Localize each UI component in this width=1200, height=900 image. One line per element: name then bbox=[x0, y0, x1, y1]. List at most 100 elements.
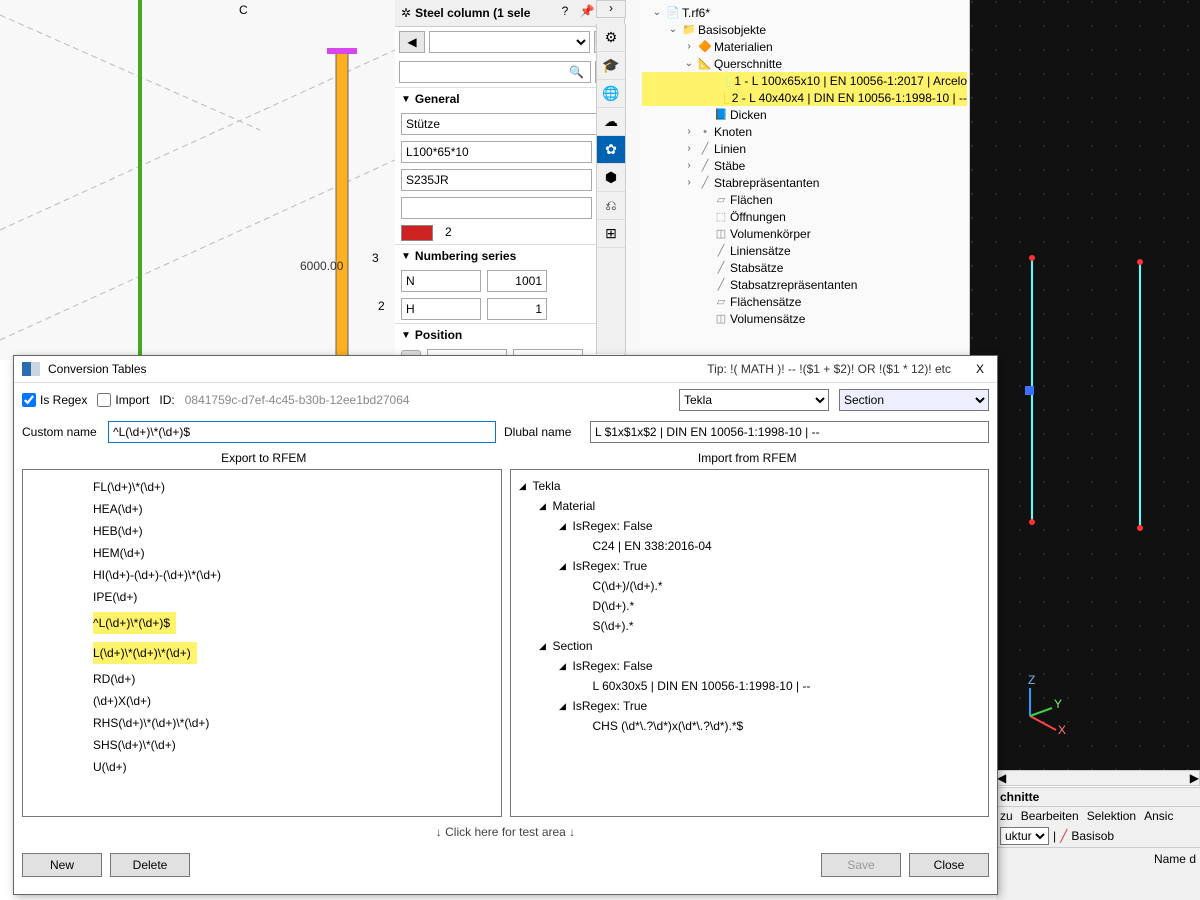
history-select[interactable] bbox=[429, 31, 590, 53]
tree-item[interactable]: CHS (\d*\.?\d*)x(\d*\.?\d*).*$ bbox=[511, 716, 989, 736]
section-position[interactable]: Position bbox=[395, 323, 624, 346]
nav-item[interactable]: ╱Liniensätze bbox=[642, 242, 967, 259]
br-crumb[interactable]: Basisob bbox=[1071, 829, 1114, 843]
extra-input[interactable] bbox=[401, 197, 592, 219]
isregex-checkbox[interactable]: Is Regex bbox=[22, 393, 87, 407]
hscroll[interactable]: ◀▶ bbox=[996, 770, 1200, 786]
import-header: Import from RFEM bbox=[506, 451, 990, 465]
dialog-close[interactable]: X bbox=[971, 362, 989, 376]
nav-item[interactable]: ⬚Öffnungen bbox=[642, 208, 967, 225]
navigator-tree[interactable]: ⌄📄T.rf6* ⌄📁Basisobjekte›🔶Materialien⌄📐Qu… bbox=[640, 0, 970, 360]
list-item[interactable]: ^L(\d+)\*(\d+)$ bbox=[23, 608, 501, 638]
list-item[interactable]: FL(\d+)\*(\d+) bbox=[23, 476, 501, 498]
tool-cube[interactable]: ⬢ bbox=[597, 164, 625, 192]
profile-input[interactable] bbox=[401, 141, 592, 163]
nav-item[interactable]: ◫Volumensätze bbox=[642, 310, 967, 327]
nav-item[interactable]: ╱Stabsatzrepräsentanten bbox=[642, 276, 967, 293]
list-item[interactable]: U(\d+) bbox=[23, 756, 501, 778]
nav-item[interactable]: ╱Stabsätze bbox=[642, 259, 967, 276]
br-col-head: Name d bbox=[996, 847, 1200, 870]
dialog-tip: Tip: !( MATH )! -- !($1 + $2)! OR !($1 *… bbox=[707, 362, 951, 376]
pin-icon[interactable]: 📌 bbox=[578, 4, 596, 22]
nav-item[interactable]: 📘Dicken bbox=[642, 106, 967, 123]
save-button[interactable]: Save bbox=[821, 853, 901, 877]
close-button[interactable]: Close bbox=[909, 853, 989, 877]
tree-item[interactable]: C24 | EN 338:2016-04 bbox=[511, 536, 989, 556]
color-swatch[interactable] bbox=[401, 225, 433, 241]
tree-item[interactable]: C(\d+)/(\d+).* bbox=[511, 576, 989, 596]
tree-item[interactable]: S(\d+).* bbox=[511, 616, 989, 636]
tool-branch[interactable]: ⎌ bbox=[597, 192, 625, 220]
search-input[interactable] bbox=[400, 62, 563, 82]
tool-cloud[interactable]: ☁ bbox=[597, 108, 625, 136]
list-item[interactable]: SHS(\d+)\*(\d+) bbox=[23, 734, 501, 756]
tool-grid[interactable]: ⊞ bbox=[597, 220, 625, 248]
viewport-3d[interactable]: Z X Y bbox=[970, 0, 1200, 785]
nav-item[interactable]: ⎿1 - L 100x65x10 | EN 10056-1:2017 | Arc… bbox=[642, 72, 967, 89]
nav-item[interactable]: ›🔶Materialien bbox=[642, 38, 967, 55]
tool-grad[interactable]: 🎓 bbox=[597, 52, 625, 80]
test-area-hint[interactable]: ↓ Click here for test area ↓ bbox=[14, 817, 997, 847]
list-item[interactable]: HEA(\d+) bbox=[23, 498, 501, 520]
tree-item[interactable]: ◢IsRegex: True bbox=[511, 696, 989, 716]
nav-item[interactable]: ›╱Linien bbox=[642, 140, 967, 157]
import-checkbox[interactable]: Import bbox=[97, 393, 149, 407]
menu-view[interactable]: Ansic bbox=[1144, 809, 1173, 823]
num-lbl-1[interactable]: H bbox=[401, 298, 481, 320]
nav-item[interactable]: ⌄📐Querschnitte bbox=[642, 55, 967, 72]
list-item[interactable]: HEM(\d+) bbox=[23, 542, 501, 564]
new-button[interactable]: New bbox=[22, 853, 102, 877]
tool-globe[interactable]: 🌐 bbox=[597, 80, 625, 108]
search-icon[interactable]: 🔍 bbox=[563, 62, 590, 82]
list-item[interactable]: HI(\d+)-(\d+)-(\d+)\*(\d+) bbox=[23, 564, 501, 586]
tree-item[interactable]: ◢IsRegex: True bbox=[511, 556, 989, 576]
software-select[interactable]: Tekla bbox=[679, 389, 829, 411]
chevron-right-icon[interactable]: › bbox=[596, 0, 626, 18]
tree-item[interactable]: ◢Material bbox=[511, 496, 989, 516]
tool-gear-active[interactable]: ✿ bbox=[597, 136, 625, 164]
num-lbl-0[interactable]: N bbox=[401, 270, 481, 292]
tree-item[interactable]: ◢Tekla bbox=[511, 476, 989, 496]
tree-item[interactable]: L 60x30x5 | DIN EN 10056-1:1998-10 | -- bbox=[511, 676, 989, 696]
tree-item[interactable]: ◢IsRegex: False bbox=[511, 516, 989, 536]
nav-item[interactable]: ⌄📁Basisobjekte bbox=[642, 21, 967, 38]
svg-text:X: X bbox=[1058, 723, 1066, 737]
name-input[interactable] bbox=[401, 113, 618, 135]
list-item[interactable]: RHS(\d+)\*(\d+)\*(\d+) bbox=[23, 712, 501, 734]
nav-item[interactable]: ›╱Stabrepräsentanten bbox=[642, 174, 967, 191]
list-item[interactable]: (\d+)X(\d+) bbox=[23, 690, 501, 712]
br-combo[interactable]: uktur bbox=[1000, 827, 1049, 845]
nav-item[interactable]: ›•Knoten bbox=[642, 123, 967, 140]
num-val-1[interactable]: 1 bbox=[487, 298, 547, 320]
dlubal-name-input[interactable] bbox=[590, 421, 989, 443]
tree-item[interactable]: ◢IsRegex: False bbox=[511, 656, 989, 676]
nav-item[interactable]: ◫Volumenkörper bbox=[642, 225, 967, 242]
nav-root[interactable]: T.rf6* bbox=[682, 6, 710, 20]
menu-zu[interactable]: zu bbox=[1000, 809, 1013, 823]
br-tab[interactable]: chnitte bbox=[996, 788, 1200, 807]
delete-button[interactable]: Delete bbox=[110, 853, 190, 877]
custom-name-input[interactable] bbox=[108, 421, 496, 443]
list-item[interactable]: IPE(\d+) bbox=[23, 586, 501, 608]
type-select[interactable]: Section bbox=[839, 389, 989, 411]
nav-item[interactable]: ›╱Stäbe bbox=[642, 157, 967, 174]
tool-settings[interactable]: ⚙ bbox=[597, 24, 625, 52]
nav-back-button[interactable]: ◀ bbox=[399, 31, 425, 53]
section-numbering[interactable]: Numbering series bbox=[395, 244, 624, 267]
material-input[interactable] bbox=[401, 169, 592, 191]
import-tree[interactable]: ◢Tekla◢Material◢IsRegex: FalseC24 | EN 3… bbox=[510, 469, 990, 817]
num-val-0[interactable]: 1001 bbox=[487, 270, 547, 292]
list-item[interactable]: RD(\d+) bbox=[23, 668, 501, 690]
nav-item[interactable]: ▱Flächen bbox=[642, 191, 967, 208]
menu-sel[interactable]: Selektion bbox=[1087, 809, 1136, 823]
help-icon[interactable]: ? bbox=[556, 4, 574, 22]
nav-item[interactable]: ⎿2 - L 40x40x4 | DIN EN 10056-1:1998-10 … bbox=[642, 89, 967, 106]
tree-item[interactable]: D(\d+).* bbox=[511, 596, 989, 616]
nav-item[interactable]: ▱Flächensätze bbox=[642, 293, 967, 310]
export-list[interactable]: FL(\d+)\*(\d+)HEA(\d+)HEB(\d+)HEM(\d+)HI… bbox=[22, 469, 502, 817]
menu-edit[interactable]: Bearbeiten bbox=[1021, 809, 1079, 823]
section-general[interactable]: General bbox=[395, 87, 624, 110]
list-item[interactable]: HEB(\d+) bbox=[23, 520, 501, 542]
tree-item[interactable]: ◢Section bbox=[511, 636, 989, 656]
list-item[interactable]: L(\d+)\*(\d+)\*(\d+) bbox=[23, 638, 501, 668]
